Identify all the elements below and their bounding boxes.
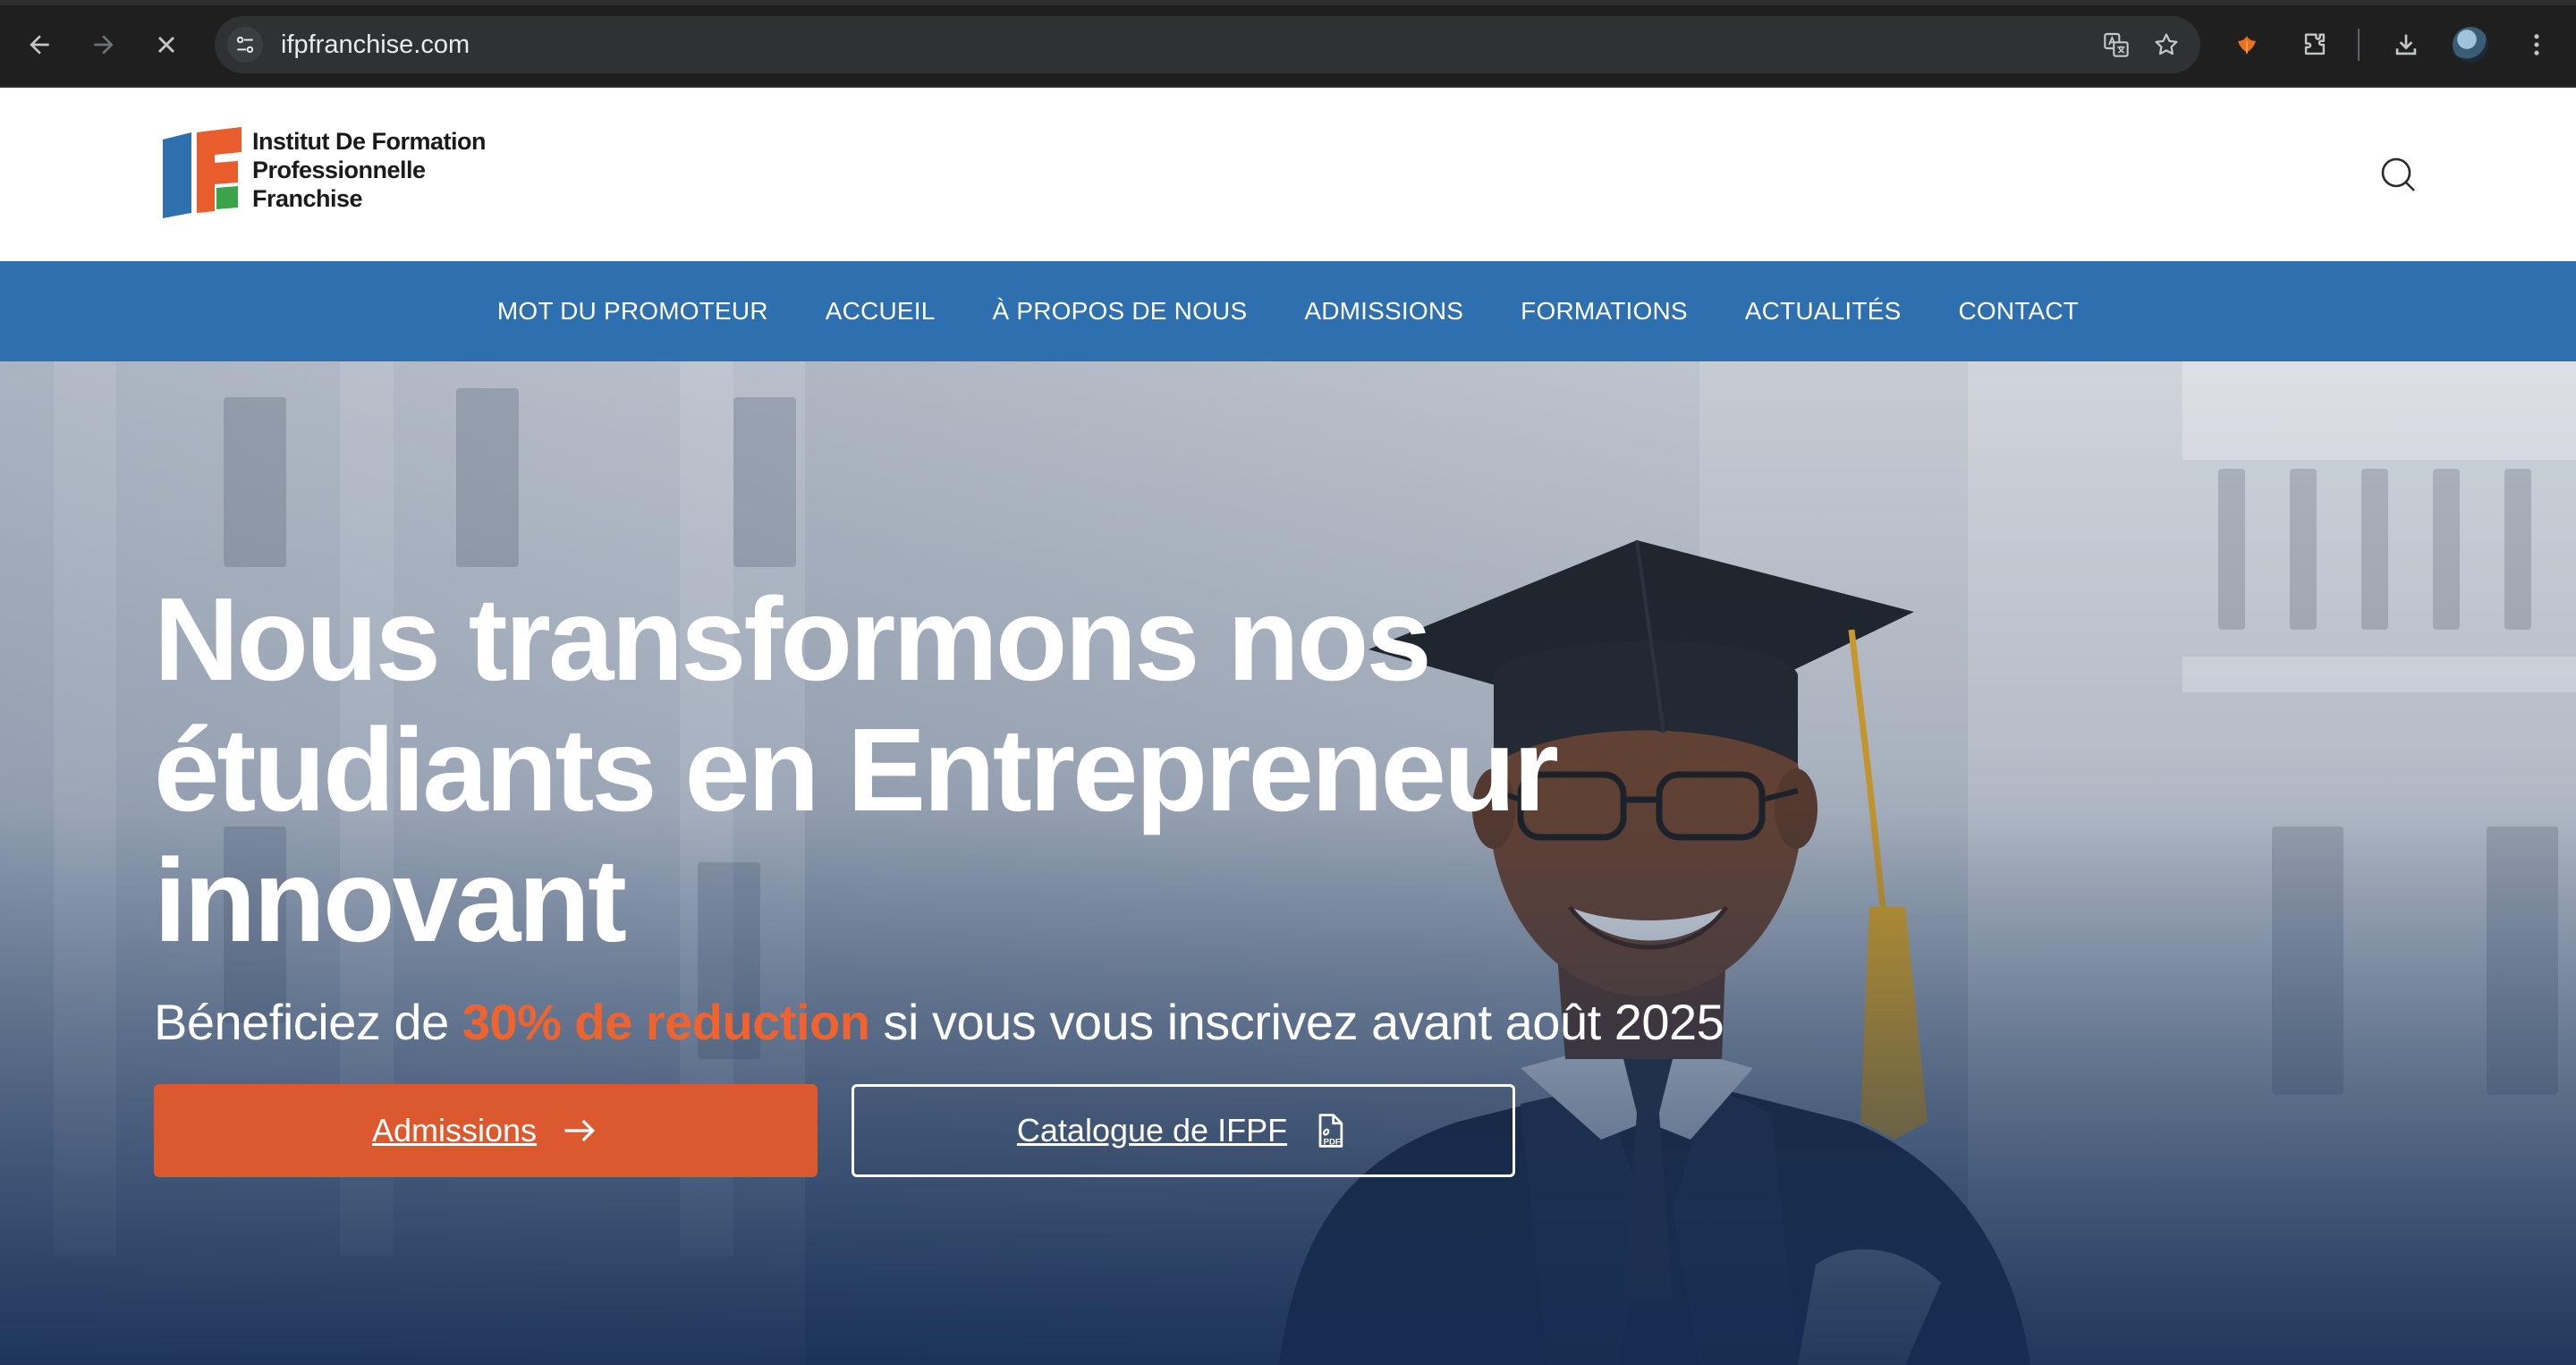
site-info-icon: [236, 36, 254, 54]
url-text: ifpfranchise.com: [281, 30, 470, 59]
admissions-button[interactable]: Admissions: [154, 1084, 818, 1177]
site-info-button[interactable]: [227, 27, 263, 63]
extensions-menu-button[interactable]: [2295, 25, 2334, 64]
toolbar-separator: [2358, 29, 2360, 61]
svg-text:PDF: PDF: [1324, 1138, 1341, 1148]
logo-line-2: Professionnelle: [252, 157, 426, 183]
nav-admissions[interactable]: ADMISSIONS: [1304, 297, 1463, 326]
translate-icon: [2104, 32, 2129, 57]
site-logo[interactable]: Institut De Formation Professionnelle Fr…: [161, 125, 519, 224]
subtitle-suffix: si vous vous inscrivez avant août 2025: [869, 994, 1724, 1050]
site-header: Institut De Formation Professionnelle Fr…: [0, 88, 2576, 261]
pdf-file-icon: PDF: [1318, 1114, 1343, 1148]
catalogue-button[interactable]: Catalogue de IFPF PDF: [852, 1084, 1515, 1177]
back-button[interactable]: [14, 20, 64, 70]
nav-accueil[interactable]: ACCUEIL: [826, 297, 936, 326]
nav-actualites[interactable]: ACTUALITÉS: [1745, 297, 1902, 326]
browser-toolbar: ifpfranchise.com: [0, 0, 2576, 88]
address-bar[interactable]: ifpfranchise.com: [215, 16, 2200, 73]
more-vert-icon: [2534, 34, 2539, 55]
catalogue-button-label: Catalogue de IFPF: [1016, 1112, 1288, 1149]
hero-title: Nous transformons nos étudiants en Entre…: [154, 574, 1567, 966]
hero-title-line-1: Nous transformons nos: [154, 573, 1432, 705]
extension-button[interactable]: [2227, 25, 2267, 64]
tab-strip-edge: [0, 0, 2576, 5]
site-search-button[interactable]: [2374, 150, 2422, 199]
hero-title-line-2: étudiants en Entrepreneur: [154, 704, 1559, 835]
bookmark-star-icon: [2155, 33, 2178, 55]
back-icon: [30, 35, 49, 55]
browser-menu-button[interactable]: [2517, 25, 2556, 64]
logo-line-3: Franchise: [252, 185, 363, 212]
extension-icon: [2238, 36, 2256, 54]
nav-a-propos[interactable]: À PROPOS DE NOUS: [993, 297, 1248, 326]
bookmark-button[interactable]: [2148, 27, 2184, 63]
stop-loading-button[interactable]: [141, 20, 191, 70]
subtitle-prefix: Béneficiez de: [154, 994, 462, 1050]
translate-button[interactable]: [2098, 27, 2134, 63]
downloads-button[interactable]: [2386, 25, 2426, 64]
ifpf-logo-mark: [163, 127, 242, 218]
nav-formations[interactable]: FORMATIONS: [1521, 297, 1688, 326]
hero-section: Nous transformons nos étudiants en Entre…: [0, 361, 2576, 1365]
arrow-right-icon: [564, 1119, 596, 1142]
stop-loading-icon: [157, 36, 175, 54]
search-icon: [2381, 157, 2415, 191]
profile-avatar[interactable]: [2453, 27, 2488, 63]
hero-title-line-3: innovant: [154, 835, 627, 966]
admissions-button-label: Admissions: [371, 1112, 538, 1149]
puzzle-icon: [2304, 33, 2326, 55]
forward-button[interactable]: [79, 20, 129, 70]
forward-icon: [94, 35, 114, 55]
nav-contact[interactable]: CONTACT: [1958, 297, 2079, 326]
logo-line-1: Institut De Formation: [252, 128, 487, 155]
discount-highlight: 30% de reduction: [462, 994, 870, 1050]
nav-mot-du-promoteur[interactable]: MOT DU PROMOTEUR: [497, 297, 768, 326]
logo-text: Institut De Formation Professionnelle Fr…: [252, 127, 487, 213]
main-navigation: MOT DU PROMOTEUR ACCUEIL À PROPOS DE NOU…: [0, 261, 2576, 361]
download-icon: [2395, 34, 2417, 55]
hero-subtitle: Béneficiez de 30% de reduction si vous v…: [154, 993, 1724, 1052]
